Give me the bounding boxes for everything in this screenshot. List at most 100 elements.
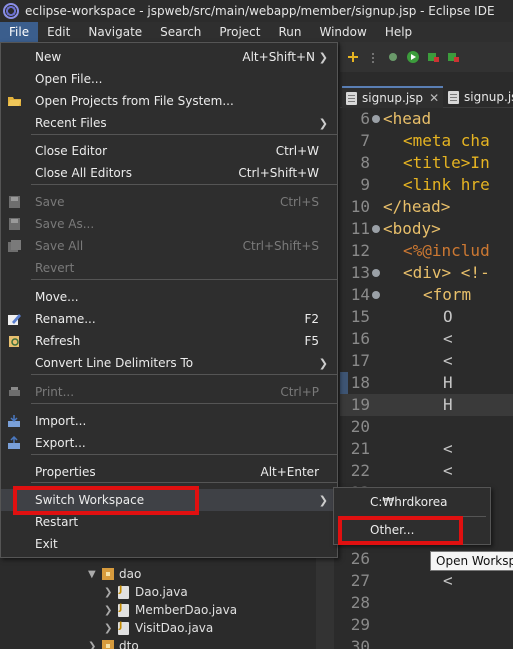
tree-item-dao[interactable]: ▼ dao (88, 565, 141, 583)
menu-item-save-all[interactable]: Save All Ctrl+Shift+S (1, 235, 337, 257)
code-text: <head (383, 109, 432, 128)
highlight-other (338, 516, 463, 545)
menu-item-close-editor[interactable]: Close Editor Ctrl+W (1, 140, 337, 162)
menu-item-shortcut: Alt+Shift+N (242, 50, 315, 64)
menu-item-open-file[interactable]: Open File... (1, 68, 337, 90)
code-line[interactable]: 22 < (340, 460, 513, 482)
code-line[interactable]: 10 </head> (340, 196, 513, 218)
code-line[interactable]: 20 (340, 416, 513, 438)
code-line[interactable]: 8 <title>In (340, 152, 513, 174)
menu-navigate[interactable]: Navigate (79, 22, 151, 42)
tab-label: signup.jsp (362, 91, 424, 105)
menu-item-revert[interactable]: Revert (1, 257, 337, 279)
menu-file[interactable]: File (0, 22, 39, 42)
pin-icon[interactable] (346, 50, 360, 64)
chevron-right-icon: ❯ (318, 116, 328, 130)
external-tools-icon[interactable] (446, 50, 460, 64)
menu-item-export[interactable]: Export... (1, 432, 337, 454)
menu-search[interactable]: Search (151, 22, 210, 42)
menu-separator (31, 279, 337, 280)
code-line[interactable]: 21 < (340, 438, 513, 460)
line-number: 21 (350, 439, 370, 458)
code-line[interactable]: 14 <form (340, 284, 513, 306)
run-icon[interactable] (406, 50, 420, 64)
menu-item-label: Save (35, 195, 65, 209)
menu-item-recent-files[interactable]: Recent Files ❯ (1, 112, 337, 134)
code-line[interactable]: 28 (340, 592, 513, 614)
fold-icon[interactable] (372, 225, 380, 233)
code-line[interactable]: 18 H (340, 372, 513, 394)
menu-item-print[interactable]: Print... Ctrl+P (1, 381, 337, 403)
chevron-right-icon[interactable]: ❯ (104, 587, 118, 598)
menu-item-label: Exit (35, 537, 58, 551)
save-icon (7, 195, 22, 209)
menu-item-rename[interactable]: Rename... F2 (1, 308, 337, 330)
explorer-scrollbar[interactable] (316, 557, 334, 649)
tab-signup-js[interactable]: signup.js (444, 86, 513, 108)
tree-item-dto[interactable]: ❯ dto (88, 637, 139, 649)
code-line[interactable]: 6 <head (340, 108, 513, 130)
menu-separator (31, 403, 337, 404)
menu-item-import[interactable]: Import... (1, 410, 337, 432)
code-text: < (443, 461, 453, 480)
code-line[interactable]: 7 <meta cha (340, 130, 513, 152)
chevron-right-icon[interactable]: ❯ (88, 641, 102, 649)
run-config-icon[interactable] (426, 50, 440, 64)
code-line[interactable]: 19 H (340, 394, 513, 416)
code-text: < (443, 351, 453, 370)
menu-window[interactable]: Window (310, 22, 375, 42)
menu-edit[interactable]: Edit (38, 22, 79, 42)
menu-item-open-projects-from-file-system[interactable]: Open Projects from File System... (1, 90, 337, 112)
tree-item-memberdao-java[interactable]: ❯ MemberDao.java (104, 601, 237, 619)
close-icon[interactable]: ✕ (429, 91, 439, 105)
fold-icon[interactable] (372, 291, 380, 299)
workspace-item-recent[interactable]: C:₩hrdkorea (334, 490, 490, 514)
line-number: 14 (350, 285, 370, 304)
menu-item-convert-line-delimiters-to[interactable]: Convert Line Delimiters To ❯ (1, 352, 337, 374)
code-line[interactable]: 16 < (340, 328, 513, 350)
fold-icon[interactable] (372, 269, 380, 277)
code-text: O (443, 307, 453, 326)
menu-help[interactable]: Help (376, 22, 421, 42)
menu-item-close-all-editors[interactable]: Close All Editors Ctrl+Shift+W (1, 162, 337, 184)
chevron-right-icon[interactable]: ❯ (104, 623, 118, 634)
menu-item-label: Print... (35, 385, 75, 399)
menu-item-move[interactable]: Move... (1, 286, 337, 308)
menu-run[interactable]: Run (269, 22, 310, 42)
code-line[interactable]: 27 < (340, 570, 513, 592)
menu-item-label: New (35, 50, 62, 64)
code-line[interactable]: 13 <div> <!- (340, 262, 513, 284)
menu-item-properties[interactable]: Properties Alt+Enter (1, 461, 337, 483)
code-line[interactable]: 30 (340, 636, 513, 649)
menu-item-refresh[interactable]: Refresh F5 (1, 330, 337, 352)
menu-item-label: Revert (35, 261, 75, 275)
menu-item-exit[interactable]: Exit (1, 533, 337, 555)
folder-icon (7, 94, 22, 108)
menu-item-save[interactable]: Save Ctrl+S (1, 191, 337, 213)
menu-item-save-as[interactable]: Save As... (1, 213, 337, 235)
chevron-right-icon[interactable]: ❯ (104, 605, 118, 616)
code-line[interactable]: 12 <%@includ (340, 240, 513, 262)
code-line[interactable]: 15 O (340, 306, 513, 328)
code-line[interactable]: 17 < (340, 350, 513, 372)
chevron-down-icon[interactable]: ▼ (88, 569, 102, 580)
tree-item-dao-java[interactable]: ❯ Dao.java (104, 583, 188, 601)
tooltip: Open Workspa (430, 551, 513, 571)
menu-project[interactable]: Project (210, 22, 269, 42)
java-file-icon (118, 621, 129, 635)
debug-icon[interactable] (386, 50, 400, 64)
menu-item-label: Close Editor (35, 144, 108, 158)
line-number: 20 (350, 417, 370, 436)
fold-icon[interactable] (372, 115, 380, 123)
tree-item-visitdao-java[interactable]: ❯ VisitDao.java (104, 619, 213, 637)
tab-signup-jsp[interactable]: signup.jsp ✕ (342, 86, 444, 108)
code-line[interactable]: 29 (340, 614, 513, 636)
code-text: <div> <!- (403, 263, 490, 282)
code-line[interactable]: 11 <body> (340, 218, 513, 240)
tree-item-label: MemberDao.java (135, 603, 238, 617)
menu-item-new[interactable]: New Alt+Shift+N ❯ (1, 46, 337, 68)
java-file-icon (118, 603, 129, 617)
line-number: 22 (350, 461, 370, 480)
chevron-right-icon: ❯ (318, 50, 328, 64)
code-line[interactable]: 9 <link hre (340, 174, 513, 196)
